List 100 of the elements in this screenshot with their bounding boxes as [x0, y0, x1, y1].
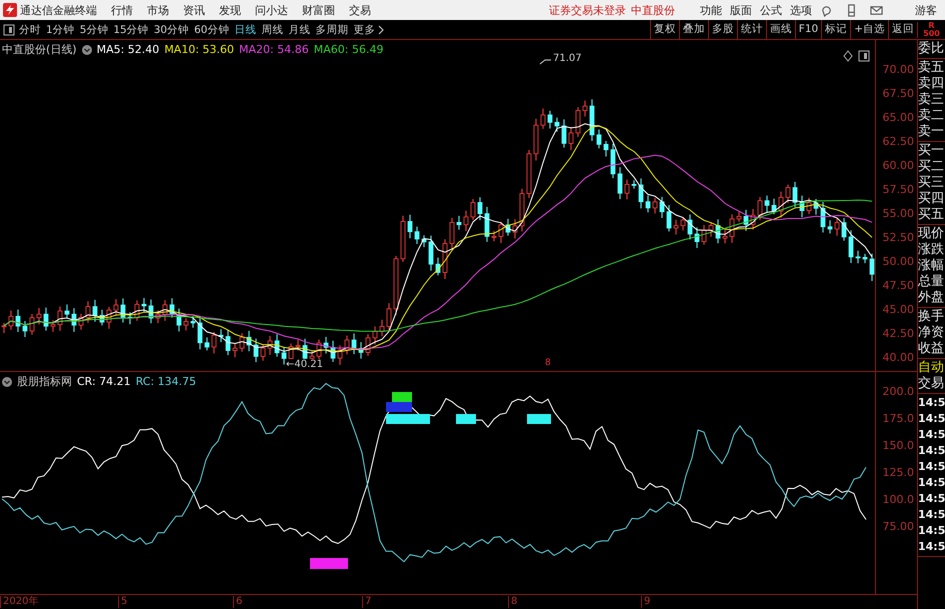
quote-label: 涨跌 [918, 242, 945, 258]
date-label: 2020年 [0, 596, 38, 608]
chat-bubble-icon[interactable] [820, 4, 833, 16]
quote-label: 14:5 [918, 411, 945, 427]
period-tab[interactable]: 周线 [262, 22, 284, 36]
toolbar-button[interactable]: 叠加 [678, 20, 708, 39]
toolbar-button[interactable]: 统计 [736, 20, 766, 39]
axis-label: 52.50 [882, 231, 914, 244]
quote-label: 14:5 [918, 459, 945, 475]
toolbar-button[interactable]: 标记 [821, 20, 850, 39]
quote-label: 卖一 [918, 124, 945, 140]
period-tab[interactable]: 分时 [19, 22, 41, 36]
axis-label: 47.50 [882, 279, 914, 292]
axis-label: 70.00 [882, 63, 914, 76]
toolbar-button[interactable]: +自选 [850, 20, 888, 39]
panel-toggle-icon[interactable] [3, 24, 15, 36]
quote-label: 卖四 [918, 76, 945, 92]
menu-item[interactable]: 行情 [111, 2, 133, 18]
period-tab[interactable]: 30分钟 [154, 22, 190, 36]
axis-label: 175.0 [882, 412, 914, 425]
user-name[interactable]: 游客 [915, 2, 937, 18]
axis-label: 150.0 [882, 439, 914, 452]
period-tab[interactable]: 15分钟 [113, 22, 149, 36]
legend-value: CR: 74.21 [77, 375, 131, 388]
dropdown-icon[interactable] [2, 376, 12, 386]
phone-icon[interactable] [845, 4, 858, 16]
axis-label: 62.50 [882, 135, 914, 148]
quote-label: 14:5 [918, 507, 945, 523]
axis-label: 100.0 [882, 493, 914, 506]
quote-label: 委比 [918, 41, 945, 57]
toolbar-button[interactable]: 返回 [888, 20, 917, 39]
quote-label: 收益 [918, 341, 945, 357]
menu-item[interactable]: 财富圈 [302, 2, 335, 18]
toolbar-button[interactable]: 多股 [708, 20, 737, 39]
signal-bar [386, 402, 412, 412]
axis-label: 45.00 [882, 303, 914, 316]
axis-label: 65.00 [882, 111, 914, 124]
quote-label: 买二 [918, 159, 945, 175]
chevron-icon [376, 24, 384, 34]
axis-label: 42.50 [882, 327, 914, 340]
axis-label: 50.00 [882, 255, 914, 268]
toolbar-button[interactable]: 复权 [650, 20, 679, 39]
quote-label: 涨幅 [918, 258, 945, 274]
menu-item[interactable]: 市场 [147, 2, 169, 18]
legend-value: RC: 134.75 [136, 375, 196, 388]
chart-tools-icon[interactable] [843, 50, 871, 62]
menu-item[interactable]: 选项 [790, 2, 812, 18]
axis-label: 67.50 [882, 87, 914, 100]
price-low-label: ←40.21 [286, 359, 324, 370]
toolbar-button[interactable]: F10 [794, 20, 822, 39]
corner-badge: R 500 [917, 22, 945, 38]
axis-label: 57.50 [882, 183, 914, 196]
axis-label: 40.00 [882, 351, 914, 364]
quote-label: 卖二 [918, 108, 945, 124]
quote-label: 自动 [918, 360, 945, 376]
quote-label: 换手 [918, 309, 945, 325]
period-tab[interactable]: 5分钟 [80, 22, 108, 36]
menu-item[interactable]: 功能 [700, 2, 722, 18]
more-menu[interactable]: 更多 [354, 22, 384, 36]
chart-title: 股朋指标网 [17, 374, 72, 389]
period-tab[interactable]: 多周期 [316, 22, 348, 36]
quote-label: 14:5 [918, 395, 945, 411]
quote-label: 14:5 [918, 475, 945, 491]
login-status-link[interactable]: 证券交易未登录 [549, 2, 626, 18]
app-title: 通达信金融终端 [20, 2, 97, 18]
date-label: 8 [508, 596, 518, 608]
quote-label: 交易 [918, 376, 945, 392]
legend-value: MA5: 52.40 [96, 43, 160, 56]
quote-label: 14:5 [918, 491, 945, 507]
quote-label: 买五 [918, 207, 945, 223]
axis-label: 125.0 [882, 466, 914, 479]
menu-item[interactable]: 发现 [219, 2, 241, 18]
menu-item[interactable]: 交易 [349, 2, 371, 18]
quote-label: 外盘 [918, 290, 945, 306]
period-tab[interactable]: 60分钟 [194, 22, 230, 36]
period-tab[interactable]: 日线 [234, 22, 256, 36]
signal-bar [527, 414, 551, 424]
dropdown-icon[interactable] [82, 44, 92, 54]
quote-label: 净资 [918, 325, 945, 341]
period-tab[interactable]: 月线 [288, 22, 310, 36]
quote-label: 买三 [918, 175, 945, 191]
signal-bar [456, 414, 476, 424]
quote-label: 买一 [918, 143, 945, 159]
menu-item[interactable]: 公式 [760, 2, 782, 18]
date-label: 9 [641, 596, 650, 608]
menu-item[interactable]: 问小达 [255, 2, 288, 18]
stock-name-link[interactable]: 中直股份 [631, 2, 675, 18]
date-label: 7 [362, 596, 372, 608]
app-logo-icon [3, 3, 17, 17]
menu-item[interactable]: 版面 [730, 2, 752, 18]
legend-value: MA60: 56.49 [314, 43, 384, 56]
quote-label: 14:5 [918, 523, 945, 539]
legend-value: MA20: 54.86 [239, 43, 309, 56]
event-marker: 8 [545, 358, 551, 368]
signal-bar [386, 414, 430, 424]
quote-label: 14:5 [918, 539, 945, 555]
period-tab[interactable]: 1分钟 [46, 22, 75, 36]
toolbar-button[interactable]: 画线 [766, 20, 795, 39]
menu-item[interactable]: 资讯 [183, 2, 205, 18]
mail-icon[interactable] [870, 4, 883, 16]
